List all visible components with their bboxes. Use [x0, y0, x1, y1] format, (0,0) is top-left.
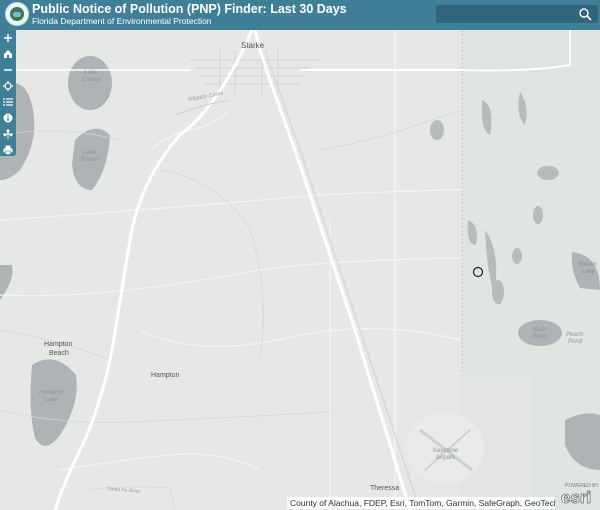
map-canvas[interactable]: Starke Lake Crosby Lake Rowell Alligator C…: [0, 30, 600, 510]
search-input[interactable]: [436, 5, 598, 23]
locate-button[interactable]: [0, 78, 16, 94]
blue-pond: [518, 320, 562, 346]
esri-logo: POWERED BY esri: [555, 483, 599, 509]
minus-icon: [4, 69, 12, 71]
network-icon: [3, 129, 13, 139]
info-icon: [3, 113, 13, 123]
search-icon[interactable]: [578, 7, 592, 21]
app-title: Public Notice of Pollution (PNP) Finder:…: [32, 2, 347, 16]
home-button[interactable]: [0, 46, 16, 62]
print-icon: [3, 145, 13, 155]
plus-icon: [4, 34, 12, 42]
lake-crosby: [68, 56, 112, 110]
map-label-starke: Starke: [241, 41, 265, 50]
map-label-theressa: Theressa: [370, 485, 399, 492]
fdep-logo-icon: [5, 2, 29, 26]
print-button[interactable]: [0, 142, 16, 158]
app-subtitle: Florida Department of Environmental Prot…: [32, 16, 212, 26]
map-toolbar: [0, 30, 16, 156]
home-icon: [4, 50, 12, 58]
map-label-hampton: Hampton: [151, 372, 180, 379]
list-icon: [3, 98, 13, 106]
locate-icon: [3, 81, 13, 91]
layer-list-button[interactable]: [0, 94, 16, 110]
esri-wordmark: esri: [561, 488, 592, 508]
map-attribution[interactable]: County of Alachua, FDEP, Esri, TomTom, G…: [287, 497, 555, 509]
map-label-peach-pond: Peach Pond: [566, 332, 584, 345]
legend-button[interactable]: [0, 110, 16, 126]
map-label-blue-pond: Blue Pond: [532, 327, 547, 340]
basemap-button[interactable]: [0, 126, 16, 142]
app-header: Public Notice of Pollution (PNP) Finder:…: [0, 0, 600, 30]
zoom-in-button[interactable]: [0, 30, 16, 46]
zoom-out-button[interactable]: [0, 62, 16, 78]
map-label-keystone-airpark: Keystone Airpark: [433, 448, 459, 461]
